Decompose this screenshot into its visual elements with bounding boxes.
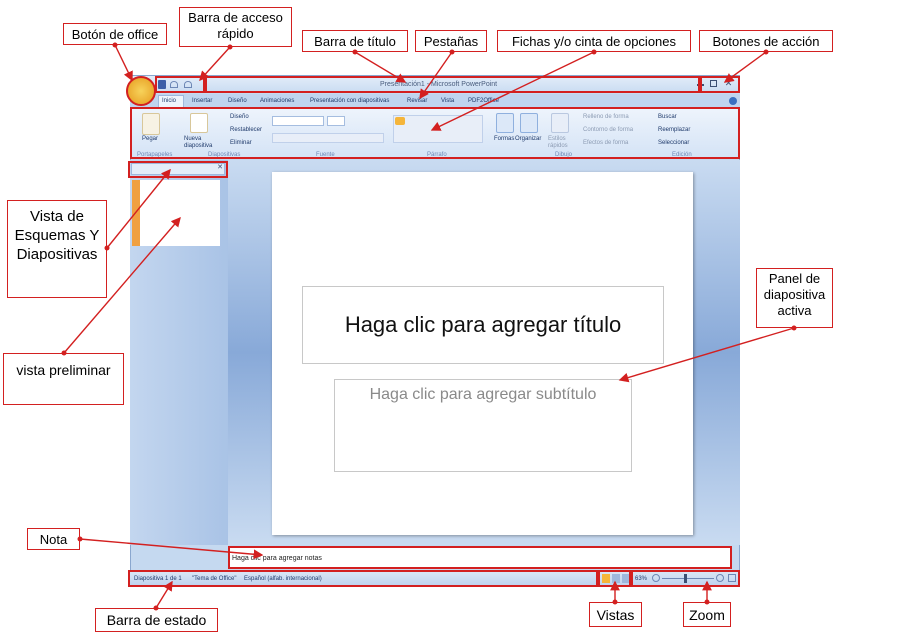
tab-revisar[interactable]: Revisar (407, 98, 427, 104)
callout-status-bar: Barra de estado (95, 608, 218, 632)
callout-views: Vistas (589, 602, 642, 627)
callout-quick-access: Barra de acceso rápido (179, 7, 292, 47)
subtitle-placeholder[interactable]: Haga clic para agregar subtítulo (334, 379, 632, 472)
callout-office-button: Botón de office (63, 23, 167, 45)
callout-zoom: Zoom (683, 602, 731, 627)
tab-pdf2office[interactable]: PDF2Office (468, 98, 499, 104)
callout-slide-panel: Panel de diapositiva activa (756, 268, 833, 328)
title-placeholder-text: Haga clic para agregar título (344, 312, 622, 337)
notes-highlight (228, 546, 732, 569)
status-bar-highlight (128, 570, 598, 587)
callout-ribbon: Fichas y/o cinta de opciones (497, 30, 691, 52)
callout-tabs: Pestañas (415, 30, 487, 52)
title-bar-highlight (205, 76, 700, 93)
tab-animaciones[interactable]: Animaciones (260, 98, 294, 104)
callout-outline-view: Vista de Esquemas Y Diapositivas (7, 200, 107, 298)
zoom-highlight (631, 570, 740, 587)
pane-tabs-highlight (128, 161, 228, 178)
title-placeholder[interactable]: Haga clic para agregar título (302, 286, 664, 364)
office-button-highlight[interactable] (126, 76, 156, 106)
views-highlight (598, 570, 631, 587)
tab-insertar[interactable]: Insertar (192, 98, 212, 104)
ribbon-tabs: Inicio Insertar Diseño Animaciones Prese… (130, 94, 740, 108)
subtitle-placeholder-text: Haga clic para agregar subtítulo (369, 386, 597, 403)
callout-notes: Nota (27, 528, 80, 550)
quick-access-highlight (155, 76, 205, 93)
help-icon[interactable] (729, 97, 737, 105)
tab-diseno[interactable]: Diseño (228, 98, 247, 104)
slide-thumbnail[interactable] (132, 180, 220, 246)
callout-preview: vista preliminar (3, 353, 124, 405)
callout-action-buttons: Botones de acción (699, 30, 833, 52)
tab-vista[interactable]: Vista (441, 98, 454, 104)
ribbon-highlight (130, 107, 740, 159)
tab-inicio[interactable]: Inicio (162, 98, 176, 104)
tab-presentacion[interactable]: Presentación con diapositivas (310, 98, 389, 104)
callout-title-bar: Barra de título (302, 30, 408, 52)
action-buttons-highlight (700, 76, 740, 93)
